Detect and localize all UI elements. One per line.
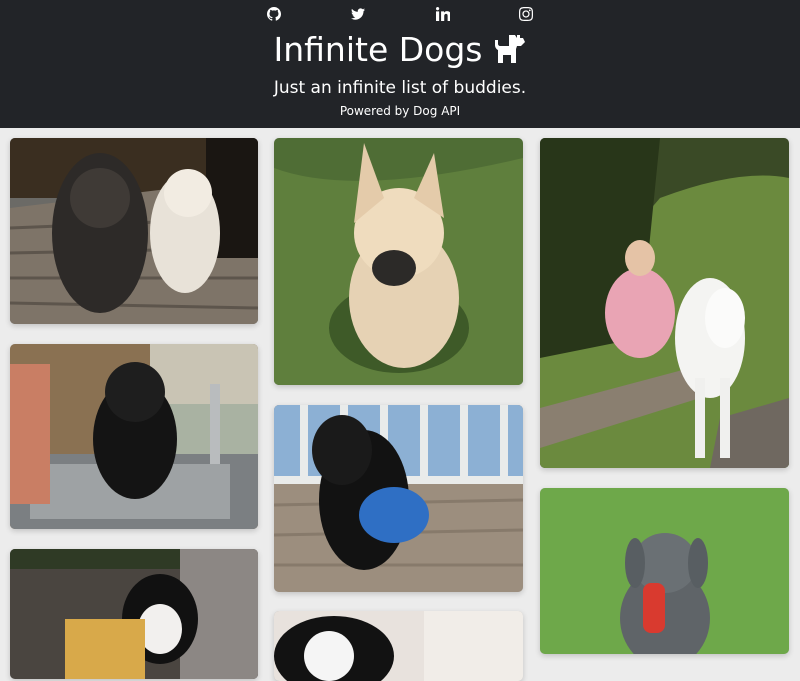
dog-photo-card[interactable]: [10, 344, 258, 529]
site-subtitle: Just an infinite list of buddies.: [273, 78, 527, 98]
linkedin-link[interactable]: [435, 6, 451, 22]
site-header: Infinite Dogs Just an infinite list of b…: [0, 0, 800, 128]
dog-photo-card[interactable]: [10, 138, 258, 324]
instagram-icon: [519, 7, 533, 21]
github-link[interactable]: [266, 6, 282, 22]
twitter-link[interactable]: [350, 6, 366, 22]
dog-photo: [10, 549, 258, 679]
twitter-icon: [351, 8, 365, 20]
dog-photo: [10, 344, 258, 529]
dog-icon: [491, 31, 527, 74]
dog-photo-card[interactable]: [10, 549, 258, 679]
instagram-link[interactable]: [518, 6, 534, 22]
linkedin-icon: [436, 7, 451, 21]
github-icon: [267, 7, 281, 21]
dog-photo-card[interactable]: [274, 405, 523, 592]
dog-photo-card[interactable]: [274, 138, 523, 385]
dog-photo: [540, 488, 789, 654]
site-title-text: Infinite Dogs: [273, 30, 483, 69]
dog-photo-card[interactable]: [540, 138, 789, 468]
dog-photo: [274, 611, 523, 681]
site-title: Infinite Dogs: [0, 30, 800, 74]
dog-photo: [10, 138, 258, 324]
powered-by-text: Powered by Dog API: [339, 104, 461, 118]
dog-photo: [274, 405, 523, 592]
dog-photo-card[interactable]: [540, 488, 789, 654]
dog-photo: [274, 138, 523, 385]
dog-photo-card[interactable]: [274, 611, 523, 681]
dog-photo: [540, 138, 789, 468]
